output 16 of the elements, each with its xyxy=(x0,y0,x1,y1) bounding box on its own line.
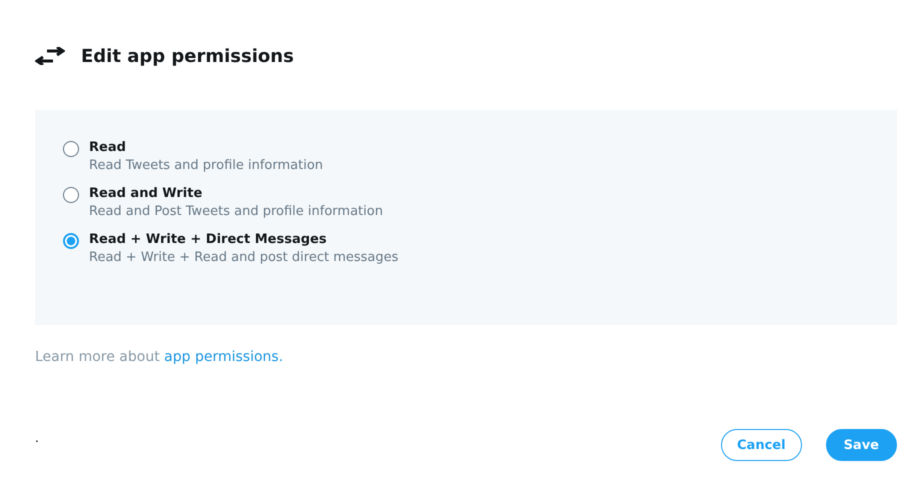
option-label: Read and Write xyxy=(89,186,204,201)
option-label: Read + Write + Direct Messages xyxy=(89,232,328,247)
option-description: Read Tweets and profile information xyxy=(89,158,324,173)
option-description: Read + Write + Read and post direct messages xyxy=(89,250,398,265)
dialog-title: Edit app permissions xyxy=(81,46,294,66)
cancel-button[interactable]: Cancel xyxy=(721,429,802,461)
option-description: Read and Post Tweets and profile information xyxy=(89,204,383,219)
permissions-link[interactable]: app permissions. xyxy=(164,349,284,365)
swap-arrows-icon xyxy=(35,47,65,65)
option-label: Read xyxy=(89,140,127,155)
radio-button[interactable] xyxy=(63,233,79,249)
radio-button[interactable] xyxy=(63,187,79,203)
save-button[interactable]: Save xyxy=(826,429,897,461)
dot-mark: . xyxy=(35,431,39,445)
learn-more-text: Learn more about app permissions. xyxy=(35,349,284,365)
radio-button[interactable] xyxy=(63,141,79,157)
